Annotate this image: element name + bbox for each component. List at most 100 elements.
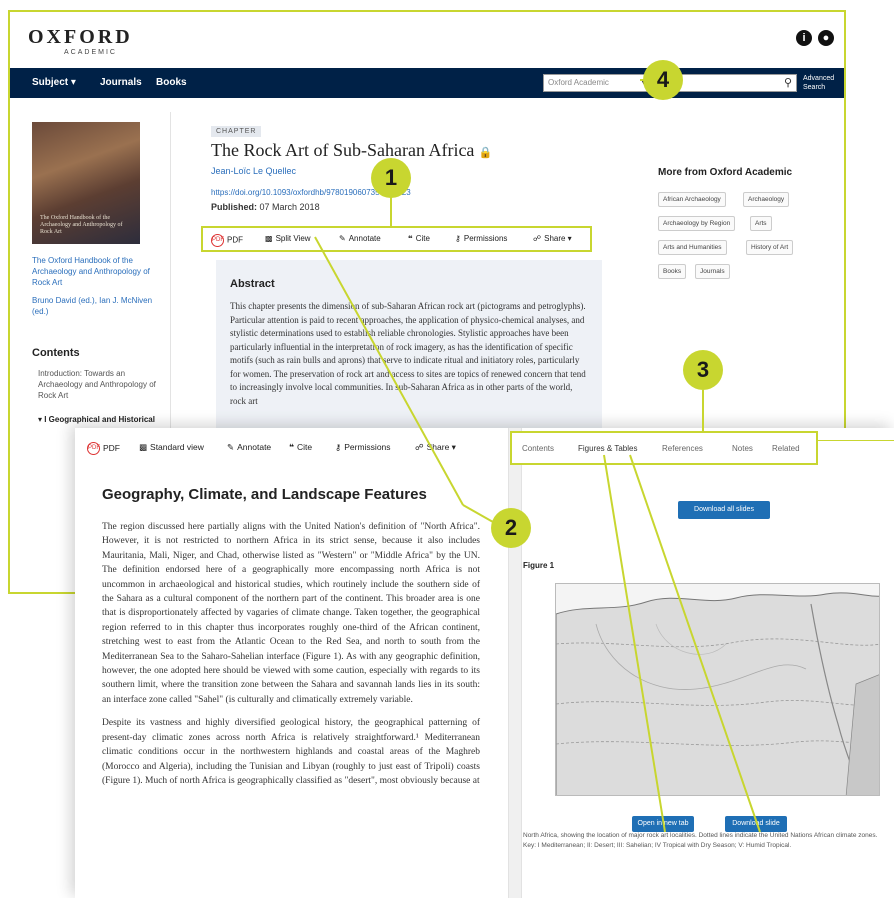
reader-toolbar: PDF PDF ▩ Standard view ✎ Annotate ❝ Cite ⚷ P…: [75, 428, 505, 468]
nav-subject[interactable]: Subject ▾: [32, 77, 76, 88]
split-view-button[interactable]: ▩ Split View: [265, 234, 311, 243]
tab-contents[interactable]: Contents: [522, 444, 554, 453]
subject-chip[interactable]: Archaeology by Region: [658, 216, 736, 231]
pdf-label: PDF: [227, 235, 243, 245]
north-africa-map: [556, 584, 879, 795]
body-text: The region discussed here partially alig…: [102, 520, 480, 788]
book-title-link[interactable]: The Oxford Handbook of the Archaeology a…: [32, 255, 162, 288]
article-toolbar: PDF PDF ▩ Split View ✎ Annotate ❝ Cite ⚷ Perm…: [201, 226, 592, 252]
published-date: Published: 07 March 2018: [211, 202, 320, 212]
permissions-label: Permissions: [463, 234, 508, 243]
standard-view-icon: ▩: [139, 442, 148, 452]
abstract-heading: Abstract: [230, 278, 275, 290]
figure-caption: North Africa, showing the location of ma…: [523, 832, 878, 849]
oxford-logo[interactable]: OXFORD: [28, 26, 133, 49]
quote-icon: ❝: [289, 442, 294, 452]
published-value: 07 March 2018: [259, 202, 320, 212]
permissions-button[interactable]: ⚷ Permissions: [335, 442, 391, 453]
annotate-label: Annotate: [237, 442, 272, 452]
download-all-slides-button[interactable]: Download all slides: [678, 501, 770, 519]
info-icon[interactable]: i: [796, 30, 812, 46]
split-view-icon: ▩: [265, 234, 273, 243]
paragraph: The region discussed here partially alig…: [102, 522, 480, 705]
content-type-badge: CHAPTER: [211, 126, 262, 137]
cite-label: Cite: [415, 234, 430, 243]
advanced-search-link[interactable]: Advanced Search: [803, 74, 839, 92]
toc-item-section-1[interactable]: ▾ I Geographical and Historical: [38, 414, 158, 425]
pdf-icon: PDF: [87, 442, 100, 455]
more-from-heading: More from Oxford Academic: [658, 167, 793, 178]
subject-chip[interactable]: African Archaeology: [658, 192, 726, 207]
share-icon: ☍: [415, 442, 424, 452]
toc-item-introduction[interactable]: Introduction: Towards an Archaeology and…: [38, 368, 158, 401]
cite-button[interactable]: ❝ Cite: [408, 234, 430, 243]
tab-related[interactable]: Related: [772, 444, 800, 453]
open-in-new-tab-button[interactable]: Open in new tab: [632, 816, 694, 832]
pdf-label: PDF: [103, 442, 120, 453]
callout-badge-1: 1: [371, 158, 411, 198]
editors-link[interactable]: Bruno David (ed.), Ian J. McNiven (ed.): [32, 295, 162, 317]
pdf-button[interactable]: PDF PDF: [87, 442, 120, 455]
annotate-button[interactable]: ✎ Annotate: [227, 442, 271, 453]
share-button[interactable]: ☍ Share ▾: [533, 234, 572, 243]
contents-heading: Contents: [32, 347, 80, 359]
article-title-text: The Rock Art of Sub-Saharan Africa: [211, 140, 475, 160]
subject-chip[interactable]: Arts: [750, 216, 772, 231]
section-title: Geography, Climate, and Landscape Featur…: [102, 486, 427, 503]
subject-chip[interactable]: Journals: [695, 264, 730, 279]
pdf-button[interactable]: PDF PDF: [211, 234, 243, 247]
split-divider-handle[interactable]: [508, 428, 522, 898]
pencil-icon: ✎: [339, 234, 346, 243]
key-icon: ⚷: [335, 442, 342, 452]
share-label: Share ▾: [426, 442, 456, 452]
subject-chip[interactable]: Archaeology: [743, 192, 790, 207]
callout-badge-3: 3: [683, 350, 723, 390]
key-icon: ⚷: [455, 234, 461, 243]
reader-view-panel: PDF PDF ▩ Standard view ✎ Annotate ❝ Cite ⚷ P…: [75, 428, 894, 898]
nav-books[interactable]: Books: [156, 77, 187, 88]
book-cover-title: The Oxford Handbook of the Archaeology a…: [40, 215, 123, 235]
paragraph: Despite its vastness and highly diversif…: [102, 718, 480, 786]
share-button[interactable]: ☍ Share ▾: [415, 442, 456, 453]
standard-view-label: Standard view: [150, 442, 204, 452]
share-icon: ☍: [533, 234, 542, 243]
figure-label: Figure 1: [523, 561, 555, 570]
search-scope-value: Oxford Academic: [548, 78, 609, 87]
tab-notes[interactable]: Notes: [732, 444, 753, 453]
account-icon[interactable]: ●: [818, 30, 834, 46]
callout-badge-4: 4: [643, 60, 683, 100]
annotate-label: Annotate: [348, 234, 381, 243]
open-access-lock-icon: 🔒: [478, 147, 493, 159]
side-panel-tabs: Contents Figures & Tables References Not…: [510, 431, 818, 465]
cite-button[interactable]: ❝ Cite: [289, 442, 312, 453]
search-icon[interactable]: ⚲: [784, 76, 792, 89]
permissions-button[interactable]: ⚷ Permissions: [455, 234, 507, 243]
nav-journals[interactable]: Journals: [100, 77, 142, 88]
share-label: Share ▾: [544, 234, 572, 243]
pencil-icon: ✎: [227, 442, 235, 452]
callout-badge-2: 2: [491, 508, 531, 548]
search-scope-select[interactable]: Oxford Academic ▾: [543, 74, 651, 92]
subject-chip[interactable]: Books: [658, 264, 687, 279]
academic-logo-text: ACADEMIC: [64, 49, 117, 56]
split-view-label: Split View: [275, 234, 311, 243]
site-header: OXFORD ACADEMIC i ●: [10, 12, 844, 68]
tab-references[interactable]: References: [662, 444, 703, 453]
article-title: The Rock Art of Sub-Saharan Africa 🔒: [211, 140, 492, 161]
cite-label: Cite: [297, 442, 313, 452]
book-cover[interactable]: The Oxford Handbook of the Archaeology a…: [32, 122, 140, 244]
figure-1-map-image[interactable]: [555, 583, 880, 796]
tab-figures-tables[interactable]: Figures & Tables: [578, 444, 637, 453]
annotate-button[interactable]: ✎ Annotate: [339, 234, 381, 243]
download-slide-button[interactable]: Download slide: [725, 816, 787, 832]
pdf-icon: PDF: [211, 234, 224, 247]
subject-chip[interactable]: History of Art: [746, 240, 794, 255]
abstract-text: This chapter presents the dimension of s…: [230, 301, 586, 406]
published-label: Published:: [211, 202, 258, 212]
standard-view-button[interactable]: ▩ Standard view: [139, 442, 204, 453]
tabs-underline: [818, 440, 894, 441]
permissions-label: Permissions: [344, 442, 391, 452]
author-link[interactable]: Jean-Loïc Le Quellec: [211, 166, 296, 176]
subject-chip[interactable]: Arts and Humanities: [658, 240, 727, 255]
quote-icon: ❝: [408, 234, 413, 243]
